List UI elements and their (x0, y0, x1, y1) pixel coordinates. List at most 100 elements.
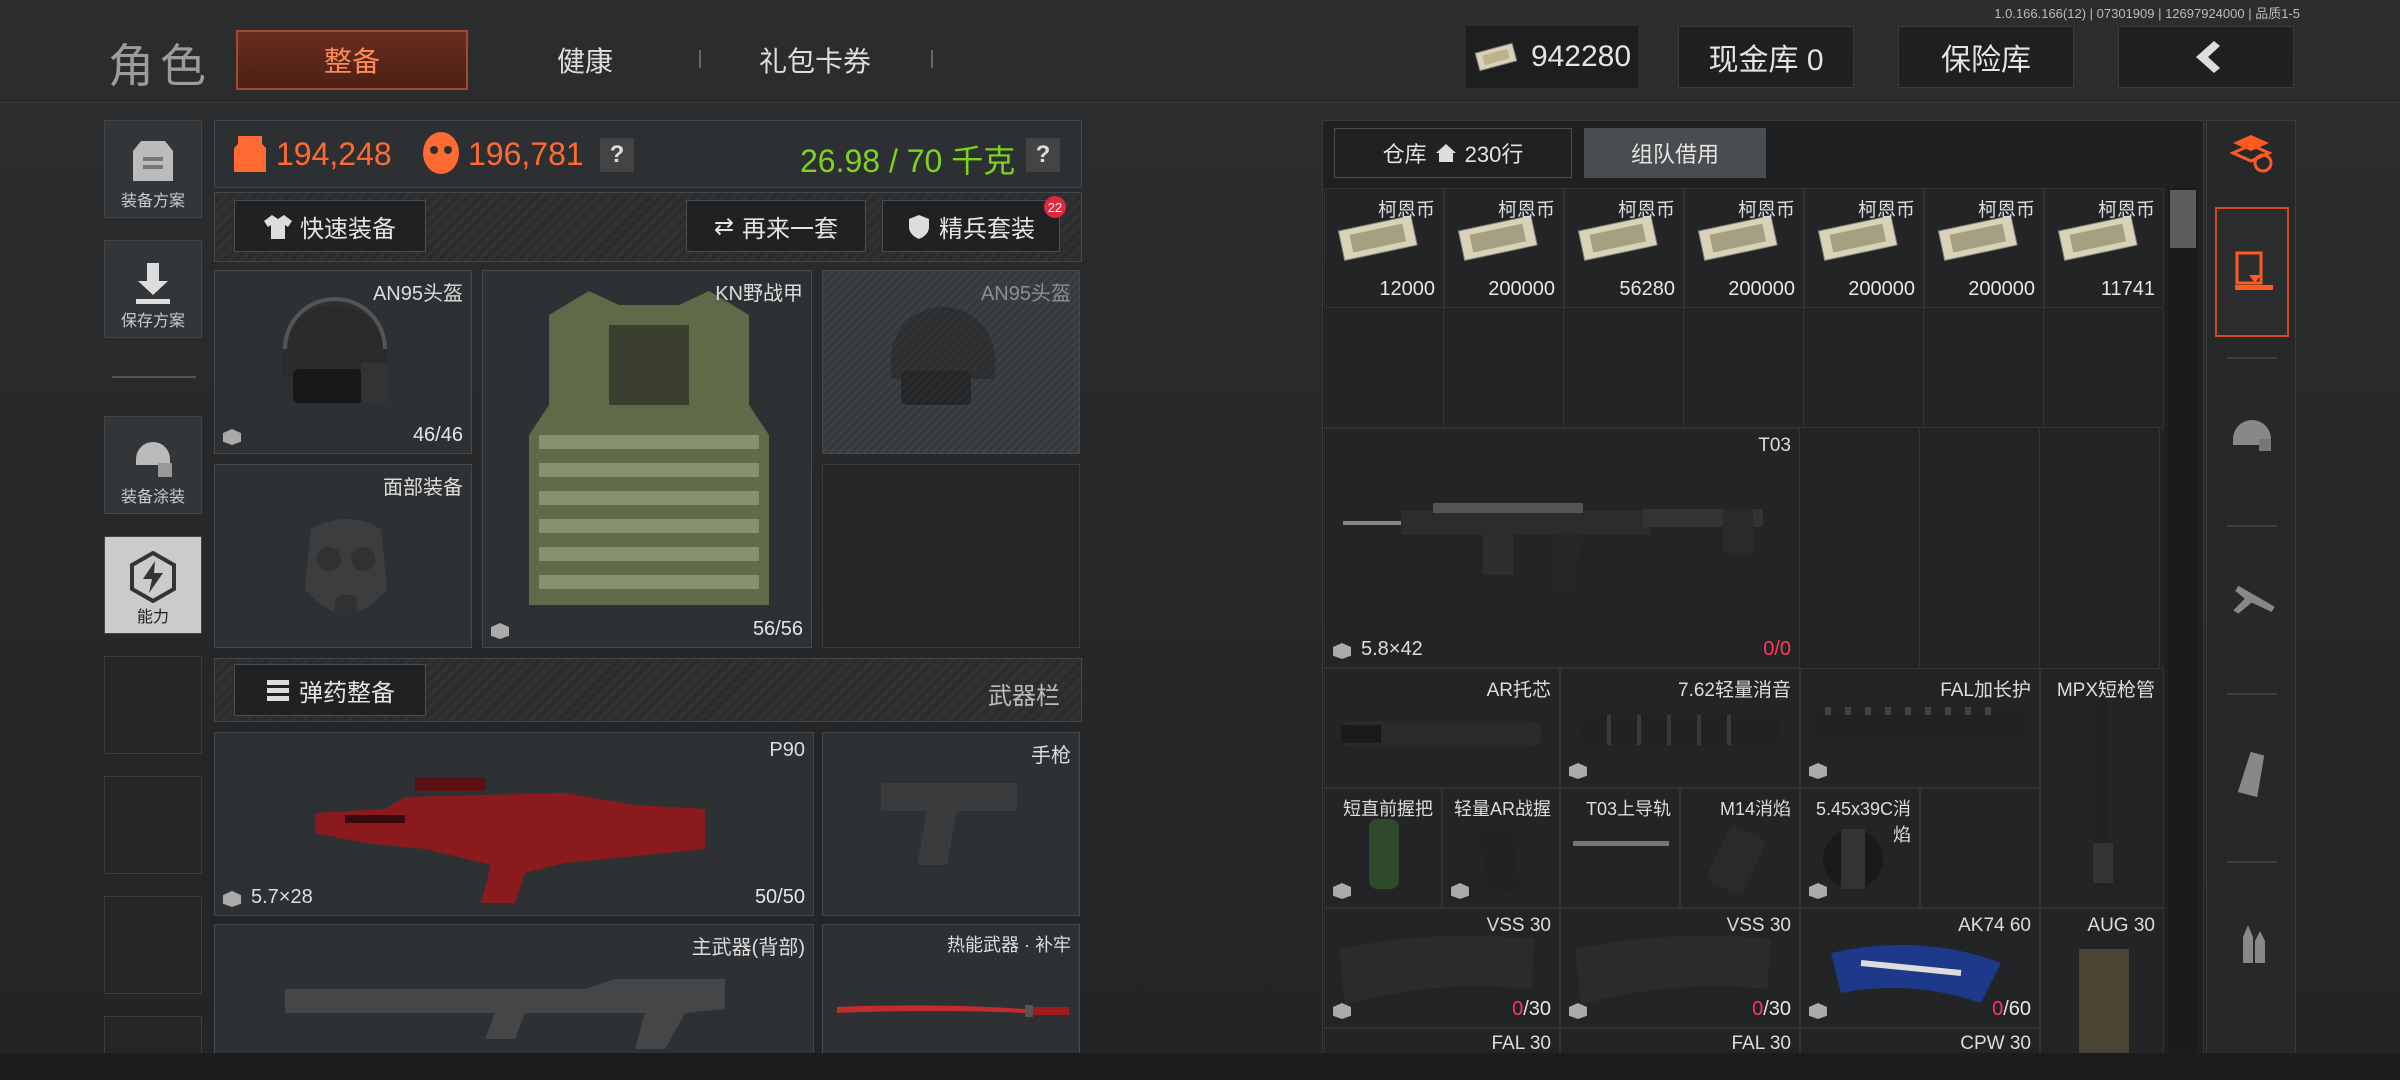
attachment-item[interactable]: 轻量AR战握 (1442, 788, 1560, 908)
sidebar-label: 保存方案 (120, 313, 185, 330)
helmet-filter-icon[interactable] (2229, 411, 2275, 457)
magazine-item[interactable]: VSS 30 0/30 (1324, 908, 1560, 1028)
cash-vault-button[interactable]: 现金库 0 (1678, 26, 1854, 88)
tab-loadout[interactable]: 整备 (236, 30, 468, 90)
primary-weapon-slot[interactable]: P90 5.7×28 50/50 (214, 732, 814, 916)
armor-value-icon (234, 136, 266, 172)
magazine-item[interactable]: AK74 60 0/60 (1800, 908, 2040, 1028)
primary-ammo-count: 50/50 (754, 886, 805, 908)
elite-badge: 22 (1044, 196, 1066, 218)
box-icon (223, 429, 241, 445)
ability-button[interactable]: 能力 (104, 536, 202, 634)
re-equip-label: 再来一套 (742, 215, 839, 243)
cash-item[interactable]: 柯恩币 200000 (1684, 188, 1804, 308)
attachment-item[interactable]: 7.62轻量消音 (1560, 668, 1800, 788)
save-plan-button[interactable]: 保存方案 (104, 240, 202, 338)
cash-item[interactable]: 柯恩币 200000 (1804, 188, 1924, 308)
attachment-item[interactable]: 短直前握把 (1324, 788, 1442, 908)
cash-item[interactable]: 柯恩币 11741 (2044, 188, 2164, 308)
cash-item[interactable]: 柯恩币 12000 (1324, 188, 1444, 308)
cash-item-amount: 56280 (1619, 278, 1675, 300)
magazine-item[interactable]: VSS 30 0/30 (1560, 908, 1800, 1028)
magazine-item[interactable]: CPW 30 (1800, 1028, 2040, 1056)
attachment-item[interactable]: FAL加长护 (1800, 668, 2040, 788)
pistol-icon (881, 783, 1017, 865)
re-equip-button[interactable]: ⇄ 再来一套 (686, 200, 866, 252)
katana-image (837, 1005, 1069, 1017)
weight-help-button[interactable]: ? (1026, 138, 1060, 172)
empty-warehouse-cell (1920, 788, 2040, 908)
sidebar-divider (112, 376, 196, 378)
cash-item[interactable]: 柯恩币 200000 (1924, 188, 2044, 308)
weight-display: 26.98 / 70 千克 (800, 143, 1016, 179)
cash-item[interactable]: 柯恩币 200000 (1444, 188, 1564, 308)
shirt-icon (264, 215, 292, 239)
helmet-slot[interactable]: AN95头盔 46/46 (214, 270, 472, 454)
tab-health[interactable]: 健康 (500, 30, 670, 90)
backup-weapon-slot[interactable]: 主武器(背部) (214, 924, 814, 1056)
grip-image (1479, 833, 1519, 895)
filter-all-tab[interactable] (2215, 207, 2289, 337)
tab-divider (699, 50, 701, 68)
sidebar-label: 能力 (136, 609, 169, 626)
sidebar-empty-slot (104, 896, 202, 994)
quick-equip-button[interactable]: 快速装备 (234, 200, 426, 252)
cash-item[interactable]: 柯恩币 56280 (1564, 188, 1684, 308)
ammo-max: /30 (1763, 998, 1791, 1020)
sidebar-label: 装备涂装 (120, 489, 185, 506)
attachment-item[interactable]: M14消焰 (1680, 788, 1800, 908)
attachment-item[interactable]: T03上导轨 (1560, 788, 1680, 908)
ammo-current: 0 (1752, 998, 1764, 1020)
cash-bundle-icon (1697, 215, 1778, 261)
magazine-item[interactable]: AUG 30 (2040, 908, 2164, 1056)
team-borrow-tab[interactable]: 组队借用 (1584, 128, 1766, 178)
elite-set-label: 精兵套装 (939, 215, 1035, 243)
scrollbar-thumb[interactable] (2170, 190, 2196, 248)
t03-rifle-item[interactable]: T03 5.8×42 0/0 (1324, 428, 1800, 668)
ability-icon (130, 551, 176, 603)
magazine-item[interactable]: FAL 30 (1324, 1028, 1560, 1056)
tab-gift-coupons[interactable]: 礼包卡券 (730, 30, 900, 90)
attachment-item[interactable]: MPX短枪管 (2040, 668, 2164, 908)
attachment-item[interactable]: 5.45x39C消焰 (1800, 788, 1920, 908)
flash-hider-image (1707, 826, 1765, 895)
safe-button[interactable]: 保险库 (1898, 26, 2074, 88)
sort-layers-icon[interactable] (2229, 129, 2275, 175)
magazine-name: VSS 30 (1726, 915, 1791, 936)
face-slot[interactable]: 面部装备 (214, 464, 472, 648)
pistol-slot[interactable]: 手枪 (822, 732, 1080, 916)
stock-tube-image (1341, 721, 1541, 747)
loadout-icon (133, 141, 173, 181)
magazine-name: FAL 30 (1491, 1033, 1551, 1054)
helmet-slot-alt[interactable]: AN95头盔 (822, 270, 1080, 454)
loadout-plan-button[interactable]: 装备方案 (104, 120, 202, 218)
money-amount: 942280 (1530, 40, 1632, 73)
t03-ammo-type: 5.8×42 (1361, 638, 1423, 660)
cash-item-name: 柯恩币 (1377, 200, 1435, 221)
backup-weapon-label: 主武器(背部) (691, 937, 805, 959)
magazine-count: 0/60 (1992, 998, 2031, 1021)
helmet-alt-name: AN95头盔 (980, 283, 1071, 305)
warehouse-tab[interactable]: 仓库 230行 (1334, 128, 1572, 178)
ammo-loadout-button[interactable]: 弹药整备 (234, 664, 426, 716)
ammo-filter-icon[interactable] (2229, 921, 2275, 967)
rifle-filter-icon[interactable] (2229, 581, 2275, 627)
warehouse-scrollbar[interactable] (2168, 188, 2198, 1054)
back-button[interactable] (2118, 26, 2294, 88)
page-title: 角色 (108, 40, 212, 92)
cash-bundle-icon (1937, 215, 2018, 261)
help-button[interactable]: ? (600, 138, 634, 172)
helmet-image (283, 297, 389, 403)
empty-gear-slot[interactable] (822, 464, 1080, 648)
filter-divider (2227, 525, 2277, 527)
home-icon (1435, 144, 1456, 162)
elite-set-button[interactable]: 精兵套装 (882, 200, 1060, 252)
face-slot-label: 面部装备 (383, 477, 463, 499)
equipment-skin-button[interactable]: 装备涂装 (104, 416, 202, 514)
attachment-item[interactable]: AR托芯 (1324, 668, 1560, 788)
magazine-item[interactable]: FAL 30 (1560, 1028, 1800, 1056)
magazine-filter-icon[interactable] (2229, 751, 2275, 797)
vest-durability: 56/56 (752, 618, 803, 640)
melee-slot[interactable]: 热能武器 · 补牢 (822, 924, 1080, 1056)
vest-slot[interactable]: KN野战甲 56/56 (482, 270, 812, 648)
